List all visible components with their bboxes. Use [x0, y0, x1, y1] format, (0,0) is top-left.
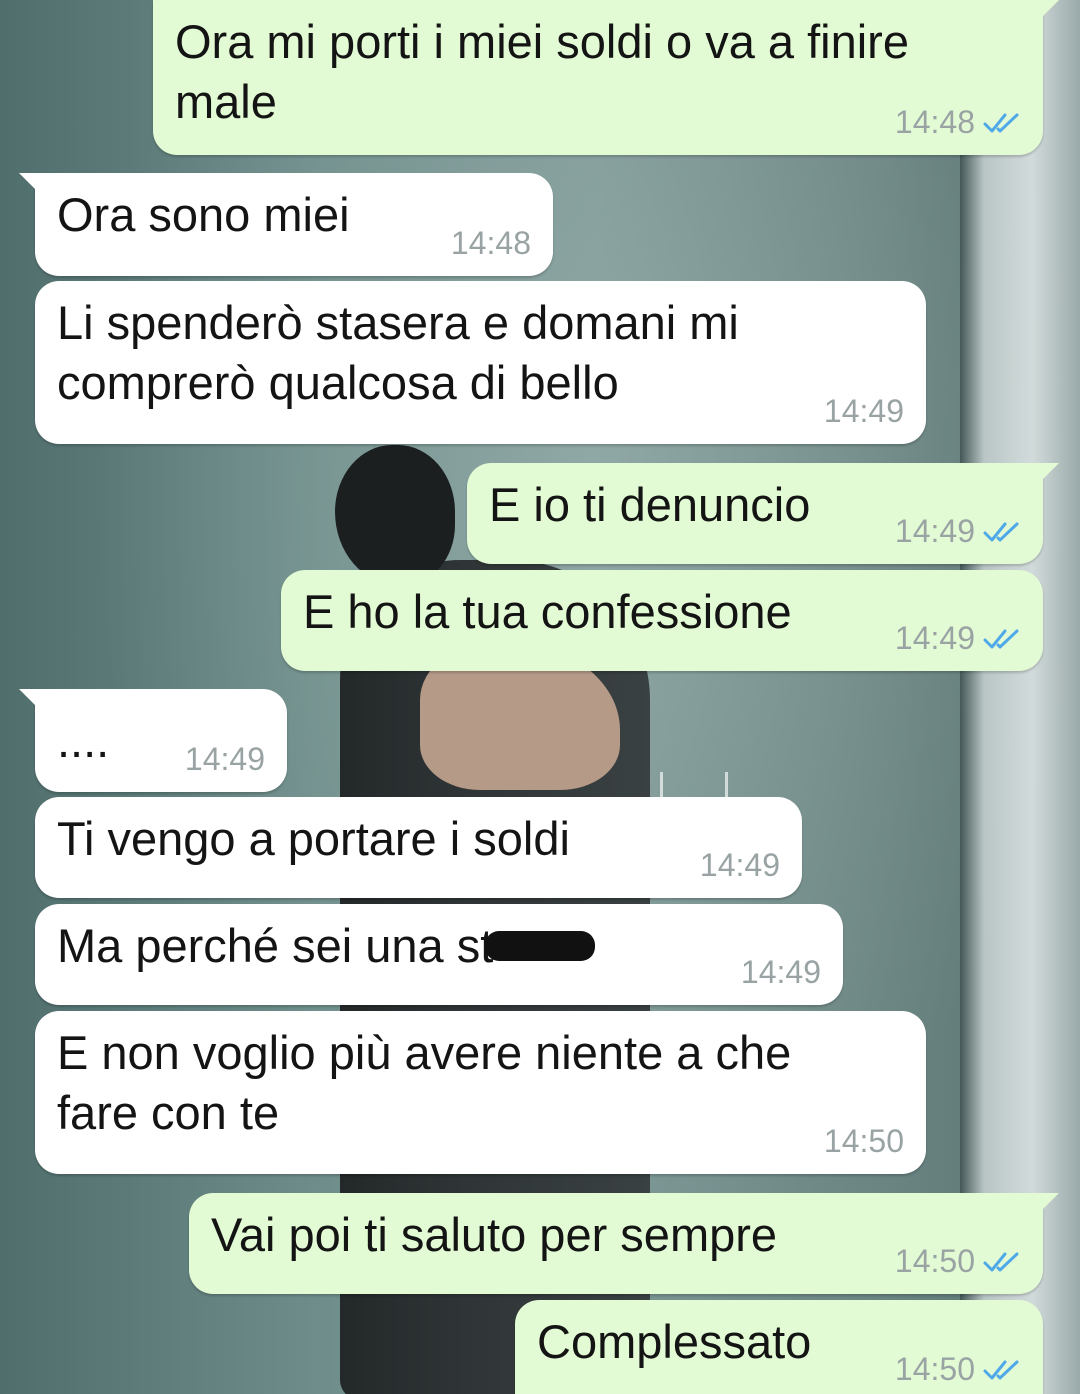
message-incoming[interactable]: E non voglio più avere niente a che fare… [35, 1011, 926, 1174]
double-check-icon [983, 522, 1019, 541]
message-meta: 14:50 [895, 1243, 1021, 1280]
message-meta: 14:49 [824, 393, 904, 430]
message-outgoing[interactable]: E io ti denuncio 14:49 [467, 463, 1059, 564]
message-time: 14:49 [699, 847, 780, 883]
message-meta: 14:49 [895, 513, 1021, 550]
message-incoming[interactable]: .... 14:49 [19, 689, 287, 792]
message-time: 14:49 [823, 393, 904, 429]
message-text-container: Ma perché sei una st [57, 916, 821, 976]
message-meta: 14:50 [824, 1123, 904, 1160]
message-time: 14:49 [894, 513, 975, 549]
message-text: Ti vengo a portare i soldi [57, 812, 570, 865]
message-text: Ora mi porti i miei soldi o va a finire … [175, 15, 909, 128]
message-time: 14:50 [823, 1123, 904, 1159]
message-time: 14:48 [894, 104, 975, 140]
message-meta: 14:48 [895, 104, 1021, 141]
message-time: 14:50 [894, 1351, 975, 1387]
message-meta: 14:49 [741, 954, 821, 991]
double-check-icon [983, 1360, 1019, 1379]
message-time: 14:49 [184, 741, 265, 777]
message-outgoing[interactable]: Ora mi porti i miei soldi o va a finire … [153, 0, 1059, 155]
message-meta: 14:49 [700, 847, 780, 884]
message-time: 14:48 [450, 225, 531, 261]
message-time: 14:49 [894, 620, 975, 656]
message-time: 14:49 [740, 954, 821, 990]
message-text: Li spenderò stasera e domani mi comprerò… [57, 296, 739, 409]
redaction-mark [485, 930, 596, 961]
message-meta: 14:49 [185, 741, 265, 778]
message-incoming[interactable]: Ti vengo a portare i soldi 14:49 [35, 797, 802, 898]
message-incoming[interactable]: Ora sono miei 14:48 [19, 173, 553, 276]
message-text: E non voglio più avere niente a che fare… [57, 1026, 792, 1139]
message-outgoing[interactable]: Vai poi ti saluto per sempre 14:50 [189, 1193, 1059, 1294]
message-text: Ma perché sei una st [57, 919, 494, 972]
message-meta: 14:48 [451, 225, 531, 262]
message-outgoing[interactable]: E ho la tua confessione 14:49 [281, 570, 1043, 671]
message-time: 14:50 [894, 1243, 975, 1279]
message-meta: 14:49 [895, 620, 1021, 657]
chat-thread[interactable]: Ora mi porti i miei soldi o va a finire … [0, 0, 1080, 1394]
double-check-icon [983, 629, 1019, 648]
double-check-icon [983, 1252, 1019, 1271]
message-outgoing[interactable]: Complessato 14:50 [515, 1300, 1043, 1394]
message-incoming[interactable]: Ma perché sei una st 14:49 [35, 904, 843, 1005]
message-meta: 14:50 [895, 1351, 1021, 1388]
message-incoming[interactable]: Li spenderò stasera e domani mi comprerò… [35, 281, 926, 444]
double-check-icon [983, 113, 1019, 132]
